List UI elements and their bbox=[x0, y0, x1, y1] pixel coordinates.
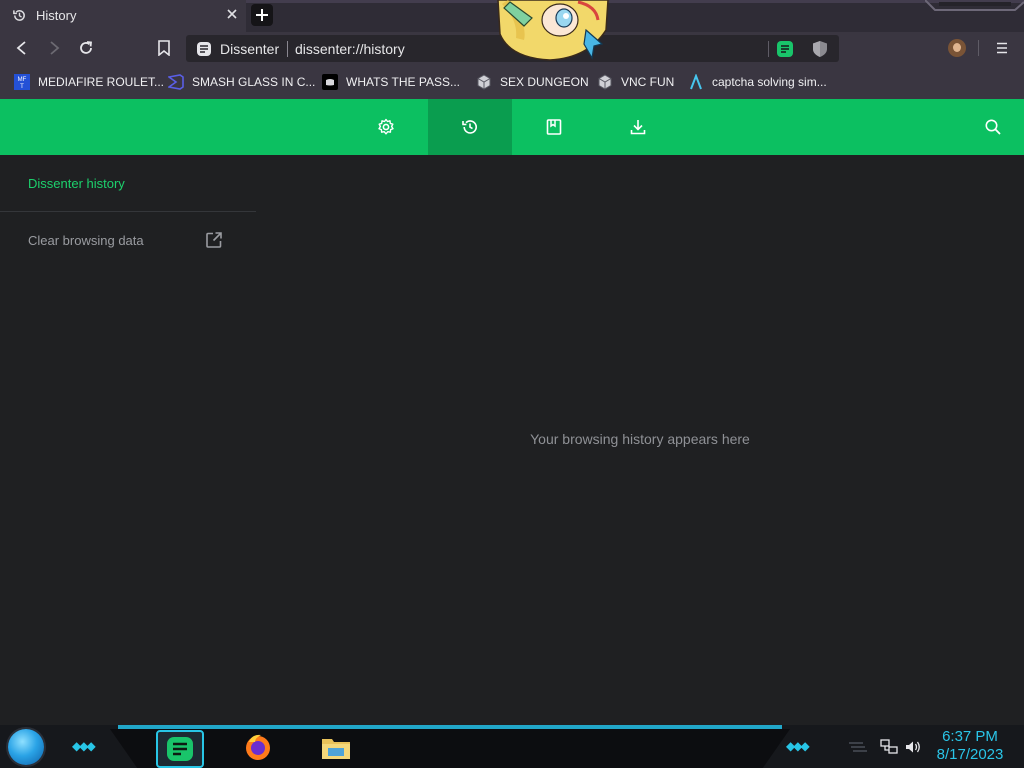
downloads-button[interactable] bbox=[596, 99, 680, 155]
bookmark-item[interactable]: WHATS THE PASS... bbox=[322, 72, 460, 92]
taskbar-chevron-decoration: ◆◆◆ bbox=[72, 739, 96, 753]
cube-icon bbox=[597, 74, 613, 90]
bookmarks-bar: MF T MEDIAFIRE ROULET... SMASH GLASS IN C… bbox=[0, 65, 1024, 99]
bookmark-item[interactable]: SEX DUNGEON bbox=[476, 72, 589, 92]
bookmarks-button[interactable] bbox=[512, 99, 596, 155]
downloads-icon bbox=[629, 118, 647, 136]
new-tab-button[interactable] bbox=[251, 4, 273, 26]
dissenter-site-icon bbox=[196, 41, 212, 57]
dissenter-icon bbox=[166, 736, 194, 762]
show-hidden-icons-icon[interactable] bbox=[847, 739, 869, 753]
mediafire-icon: MF T bbox=[14, 74, 30, 90]
bookmark-label: WHATS THE PASS... bbox=[346, 75, 461, 89]
cube-icon bbox=[476, 74, 492, 90]
close-tab-icon[interactable] bbox=[225, 7, 239, 21]
external-link-icon bbox=[205, 231, 223, 249]
bookmark-label: SEX DUNGEON bbox=[500, 75, 589, 89]
taskbar-app-file-explorer[interactable] bbox=[314, 730, 358, 764]
site-name: Dissenter bbox=[220, 41, 280, 57]
omnibox-divider-right bbox=[768, 41, 769, 57]
taskbar-app-tray bbox=[110, 729, 790, 768]
settings-button[interactable] bbox=[344, 99, 428, 155]
history-sidebar: Dissenter history Clear browsing data bbox=[0, 155, 256, 725]
mascot-sticker-image bbox=[488, 0, 618, 64]
history-button[interactable] bbox=[428, 99, 512, 155]
svg-text:MF: MF bbox=[18, 77, 27, 83]
menu-icon[interactable] bbox=[995, 41, 1009, 55]
bookmark-label: MEDIAFIRE ROULET... bbox=[38, 75, 165, 89]
triangle-logo-icon bbox=[688, 74, 704, 90]
back-icon[interactable] bbox=[14, 40, 30, 56]
url-text[interactable]: dissenter://history bbox=[295, 41, 405, 57]
visual-studio-icon bbox=[168, 74, 184, 90]
forward-icon[interactable] bbox=[46, 40, 62, 56]
firefox-icon bbox=[243, 732, 273, 762]
dissenter-comment-icon[interactable] bbox=[776, 40, 794, 58]
history-header bbox=[0, 99, 1024, 155]
toolbar-divider bbox=[978, 40, 979, 56]
volume-icon[interactable] bbox=[904, 739, 922, 755]
tab-history[interactable]: History bbox=[0, 0, 246, 32]
bookmark-item[interactable]: VNC FUN bbox=[597, 72, 674, 92]
search-icon bbox=[984, 118, 1002, 136]
discord-icon bbox=[322, 74, 338, 90]
system-clock[interactable]: 6:37 PM 8/17/2023 bbox=[930, 728, 1010, 764]
sidebar-item-dissenter-history[interactable]: Dissenter history bbox=[28, 176, 125, 191]
clock-date: 8/17/2023 bbox=[936, 746, 1004, 763]
network-icon[interactable] bbox=[880, 739, 898, 755]
bookmark-icon[interactable] bbox=[157, 40, 171, 56]
bookmark-item[interactable]: captcha solving sim... bbox=[688, 72, 827, 92]
bookmark-label: SMASH GLASS IN C... bbox=[192, 75, 316, 89]
sidebar-item-clear-browsing-data[interactable]: Clear browsing data bbox=[0, 227, 256, 255]
taskbar-app-firefox[interactable] bbox=[236, 730, 280, 764]
omnibox-divider bbox=[287, 41, 288, 57]
taskbar-chevron-decoration-right: ◆◆◆ bbox=[786, 739, 810, 753]
bookmark-item[interactable]: MF T MEDIAFIRE ROULET... bbox=[14, 72, 164, 92]
settings-icon bbox=[377, 118, 395, 136]
empty-history-message: Your browsing history appears here bbox=[530, 431, 750, 447]
sidebar-divider bbox=[0, 211, 256, 212]
file-explorer-icon bbox=[320, 733, 352, 761]
start-button[interactable] bbox=[8, 729, 44, 765]
taskbar-app-dissenter[interactable] bbox=[156, 730, 204, 768]
history-icon bbox=[12, 8, 27, 23]
clock-time: 6:37 PM bbox=[942, 728, 998, 745]
taskbar: ◆◆◆ ◆◆◆ 6:37 PM 8/17/2023 bbox=[0, 725, 1024, 768]
bookmark-item[interactable]: SMASH GLASS IN C... bbox=[168, 72, 315, 92]
reload-icon[interactable] bbox=[78, 40, 94, 56]
taskbar-accent-band bbox=[118, 725, 782, 729]
svg-text:T: T bbox=[20, 84, 24, 90]
bookmarks-icon bbox=[545, 118, 563, 136]
bookmark-label: captcha solving sim... bbox=[712, 75, 827, 89]
plus-icon bbox=[256, 9, 268, 21]
title-bar: History bbox=[0, 0, 1024, 61]
window-corner-decoration bbox=[925, 0, 1024, 12]
sidebar-item-label: Clear browsing data bbox=[28, 233, 144, 248]
profile-avatar[interactable] bbox=[948, 39, 966, 57]
shield-icon[interactable] bbox=[812, 40, 828, 58]
bookmark-label: VNC FUN bbox=[621, 75, 675, 89]
tab-title: History bbox=[36, 8, 77, 23]
history-icon bbox=[461, 118, 479, 136]
search-button[interactable] bbox=[976, 99, 1010, 155]
